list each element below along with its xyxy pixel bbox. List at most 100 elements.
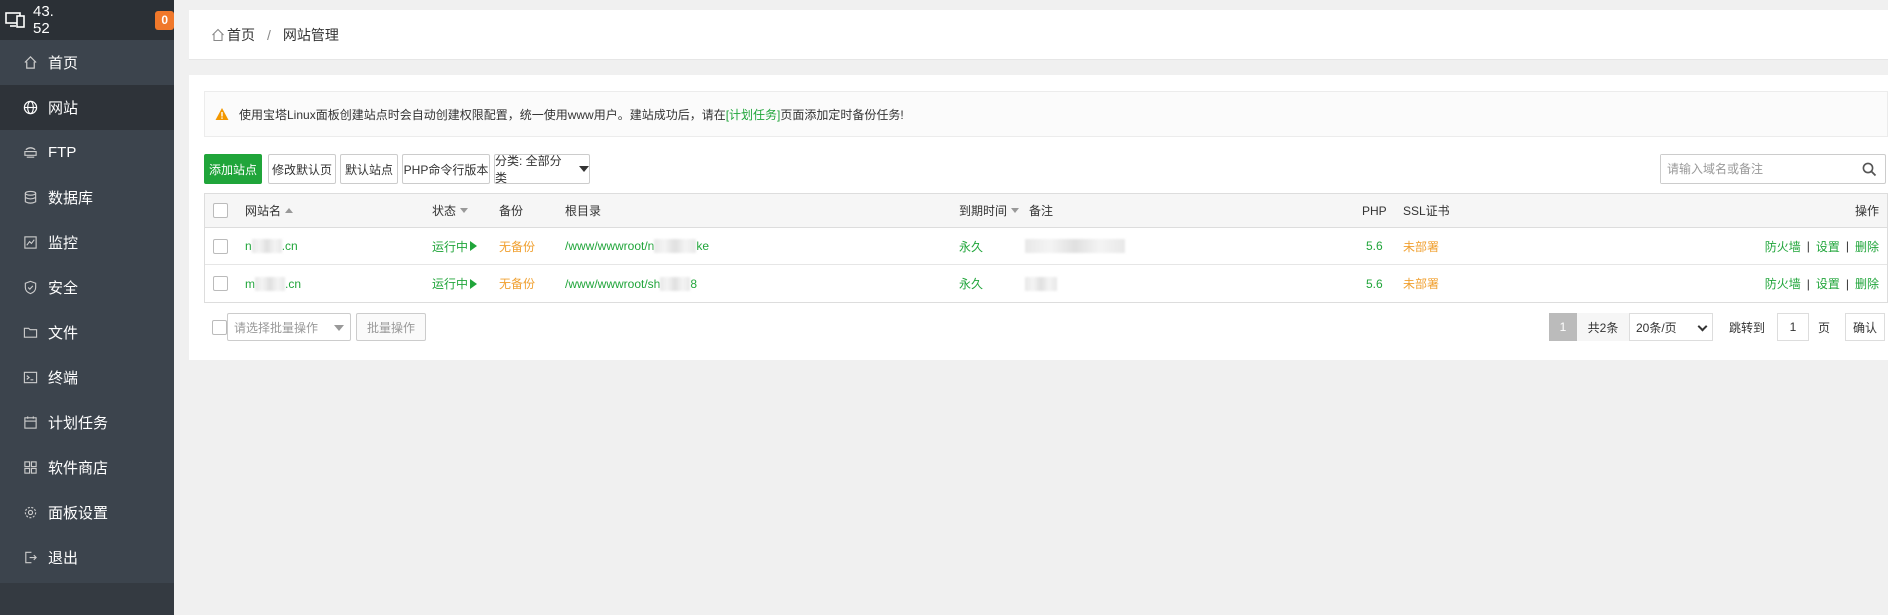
delete-link[interactable]: 删除 (1855, 275, 1879, 292)
backup-link[interactable]: 无备份 (499, 265, 535, 302)
root-dir-link[interactable]: /www/wwwroot/n ke (565, 228, 709, 264)
row-checkbox[interactable] (213, 276, 228, 291)
sidebar-item-database[interactable]: 数据库 (0, 175, 174, 220)
monitor-icon (22, 235, 38, 251)
root-dir-start: /www/wwwroot/sh (565, 276, 661, 291)
home-icon (22, 55, 38, 71)
column-name-label: 网站名 (245, 204, 282, 218)
jump-page-input[interactable]: 1 (1777, 313, 1809, 341)
default-site-button[interactable]: 默认站点 (340, 154, 398, 184)
sidebar-item-label: FTP (48, 144, 77, 161)
search-icon[interactable] (1862, 162, 1877, 177)
column-note: 备注 (1029, 204, 1054, 218)
sidebar-item-label: 数据库 (48, 190, 94, 207)
calendar-icon (22, 415, 38, 431)
root-dir-link[interactable]: /www/wwwroot/sh 8 (565, 265, 697, 302)
firewall-link[interactable]: 防火墙 (1765, 238, 1801, 255)
ssl-link[interactable]: 未部署 (1403, 228, 1439, 264)
site-name-end: .cn (281, 239, 298, 253)
site-name-link[interactable]: n .cn (245, 228, 298, 264)
batch-action-placeholder: 请选择批量操作 (234, 320, 319, 335)
backup-link[interactable]: 无备份 (499, 228, 535, 264)
settings-link[interactable]: 设置 (1816, 238, 1840, 255)
table-row: n .cn 运行中 无备份 /www/wwwroot/n ke 永久 5.6 未部署… (205, 228, 1887, 265)
sidebar-item-label: 监控 (48, 235, 79, 252)
server-header: 43. 52 0 (0, 0, 174, 40)
column-name[interactable]: 网站名 (245, 194, 294, 227)
site-name-start: m (245, 276, 255, 291)
breadcrumb-home-link[interactable]: 首页 (227, 25, 255, 45)
status-label: 运行中 (432, 277, 469, 291)
ftp-icon (22, 145, 38, 161)
expire-link[interactable]: 永久 (959, 265, 983, 302)
delete-link[interactable]: 删除 (1855, 238, 1879, 255)
site-name-end: .cn (285, 276, 302, 291)
note-field[interactable] (1025, 265, 1057, 302)
ssl-link[interactable]: 未部署 (1403, 265, 1439, 302)
status-toggle[interactable]: 运行中 (432, 228, 478, 264)
breadcrumb-separator: / (267, 26, 271, 43)
sidebar: 43. 52 0 首页 网站 FTP 数据库 监控 安全 文件 终端 计划任务 … (0, 0, 174, 615)
sidebar-item-app-store[interactable]: 软件商店 (0, 445, 174, 490)
select-all-checkbox[interactable] (213, 203, 228, 218)
redacted-text (654, 239, 697, 253)
firewall-link[interactable]: 防火墙 (1765, 275, 1801, 292)
sidebar-item-monitor[interactable]: 监控 (0, 220, 174, 265)
jump-confirm-button[interactable]: 确认 (1845, 313, 1885, 341)
sidebar-item-ftp[interactable]: FTP (0, 130, 174, 175)
php-version-link[interactable]: 5.6 (1366, 228, 1383, 264)
logout-icon (22, 550, 38, 566)
search-input[interactable] (1661, 155, 1851, 183)
site-management-panel: 使用宝塔Linux面板创建站点时会自动创建权限配置，统一使用www用户。建站成功… (189, 75, 1888, 360)
shield-icon (22, 280, 38, 296)
monitor-screen-icon (5, 12, 25, 28)
column-expire[interactable]: 到期时间 (959, 194, 1020, 227)
toolbar: 添加站点 修改默认页 默认站点 PHP命令行版本 分类: 全部分类 (204, 154, 1888, 185)
redacted-text (1025, 239, 1125, 253)
batch-action-button[interactable]: 批量操作 (356, 313, 426, 341)
page-current[interactable]: 1 (1549, 313, 1577, 341)
sidebar-item-home[interactable]: 首页 (0, 40, 174, 85)
note-field[interactable] (1025, 228, 1125, 264)
folder-icon (22, 325, 38, 341)
sidebar-menu: 首页 网站 FTP 数据库 监控 安全 文件 终端 计划任务 软件商店 面板设置… (0, 40, 174, 580)
status-toggle[interactable]: 运行中 (432, 265, 478, 302)
sort-desc-icon (460, 208, 469, 213)
status-label: 运行中 (432, 239, 469, 254)
cron-task-link[interactable]: [计划任务] (726, 106, 781, 123)
sidebar-item-files[interactable]: 文件 (0, 310, 174, 355)
batch-select-all-checkbox[interactable] (212, 320, 227, 335)
sidebar-item-terminal[interactable]: 终端 (0, 355, 174, 400)
total-count: 共2条 (1577, 313, 1629, 341)
sidebar-item-logout[interactable]: 退出 (0, 535, 174, 580)
sidebar-item-website[interactable]: 网站 (0, 85, 174, 130)
page-size-select[interactable]: 20条/页 (1629, 313, 1713, 341)
table-row: m .cn 运行中 无备份 /www/wwwroot/sh 8 永久 5.6 未部署… (205, 265, 1887, 302)
redacted-text (255, 276, 285, 291)
sidebar-item-panel-settings[interactable]: 面板设置 (0, 490, 174, 535)
sidebar-item-label: 退出 (48, 550, 79, 567)
row-checkbox[interactable] (213, 238, 228, 254)
modify-default-page-button[interactable]: 修改默认页 (268, 154, 336, 184)
column-status[interactable]: 状态 (432, 194, 469, 227)
notice-text-before: 使用宝塔Linux面板创建站点时会自动创建权限配置，统一使用www用户。建站成功… (239, 107, 726, 122)
sidebar-item-security[interactable]: 安全 (0, 265, 174, 310)
database-icon (22, 190, 38, 206)
expire-link[interactable]: 永久 (959, 228, 983, 264)
category-dropdown[interactable]: 分类: 全部分类 (494, 154, 590, 185)
batch-action-select[interactable]: 请选择批量操作 (227, 313, 351, 341)
message-badge[interactable]: 0 (155, 10, 174, 30)
add-site-button[interactable]: 添加站点 (204, 154, 262, 184)
php-cli-version-button[interactable]: PHP命令行版本 (402, 154, 490, 184)
table-header: 网站名 状态 备份 根目录 到期时间 备注 PHP SSL证书 操作 (205, 194, 1887, 228)
search-box (1660, 154, 1886, 184)
play-icon (470, 241, 478, 251)
settings-link[interactable]: 设置 (1816, 275, 1840, 292)
apps-icon (22, 460, 38, 476)
site-name-link[interactable]: m .cn (245, 265, 301, 302)
sidebar-item-label: 网站 (48, 100, 79, 117)
php-version-link[interactable]: 5.6 (1366, 265, 1383, 302)
page-size-label: 20条/页 (1636, 320, 1677, 335)
sidebar-item-cron[interactable]: 计划任务 (0, 400, 174, 445)
column-ssl: SSL证书 (1403, 204, 1450, 218)
